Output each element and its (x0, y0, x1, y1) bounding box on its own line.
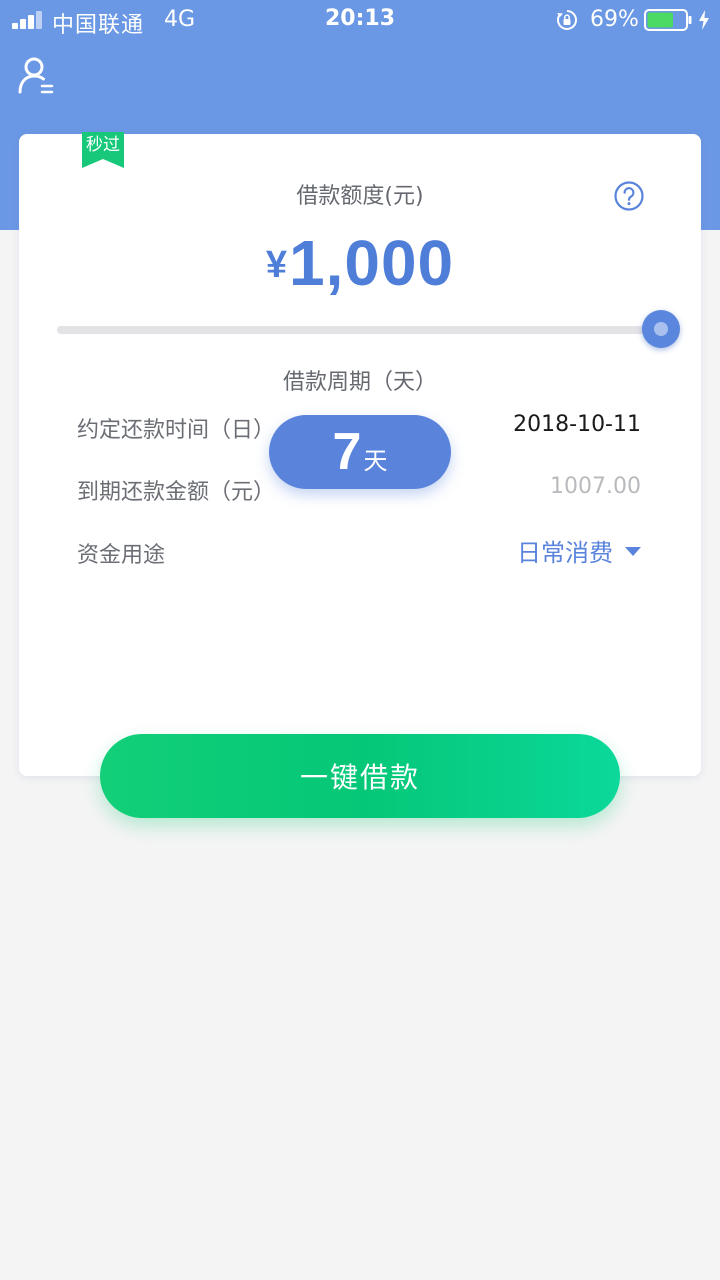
badge-label: 秒过 (86, 135, 120, 155)
slider-fill (57, 326, 661, 334)
status-bar: 中国联通 4G 20:13 69% (0, 0, 720, 40)
slider-thumb[interactable] (642, 310, 680, 348)
purpose-value: 日常消费 (517, 539, 613, 567)
repay-date-label: 约定还款时间（日） (77, 418, 276, 443)
one-click-loan-button[interactable]: 一键借款 (100, 734, 620, 818)
loan-card: 秒过 借款额度(元) ¥1,000 借款周期（天） 7天 (19, 132, 701, 776)
repay-date-value: 2018-10-11 (513, 412, 641, 437)
amount-label: 借款额度(元) (296, 184, 424, 209)
due-amount-row: 到期还款金额（元） 1007.00 (77, 468, 641, 508)
amount-value: 1,000 (288, 227, 455, 299)
loan-amount: ¥1,000 (19, 226, 701, 300)
caret-down-icon (625, 547, 641, 556)
battery-percent: 69% (590, 7, 639, 32)
due-amount-value: 1007.00 (550, 474, 641, 499)
amount-slider[interactable] (57, 310, 680, 348)
charging-icon (699, 10, 709, 30)
battery-icon (644, 9, 692, 31)
help-question-icon[interactable] (613, 180, 645, 212)
fast-approval-badge: 秒过 (82, 132, 124, 170)
period-label: 借款周期（天） (282, 370, 437, 395)
purpose-dropdown[interactable]: 日常消费 (517, 533, 641, 569)
repay-date-row: 约定还款时间（日） 2018-10-11 (77, 406, 641, 446)
rotation-lock-icon (557, 10, 577, 30)
purpose-row: 资金用途 日常消费 (77, 531, 641, 571)
currency-symbol: ¥ (265, 244, 287, 286)
purpose-label: 资金用途 (77, 543, 166, 568)
due-amount-label: 到期还款金额（元） (77, 480, 276, 505)
user-profile-icon (18, 57, 54, 94)
user-profile-button[interactable] (16, 54, 60, 98)
